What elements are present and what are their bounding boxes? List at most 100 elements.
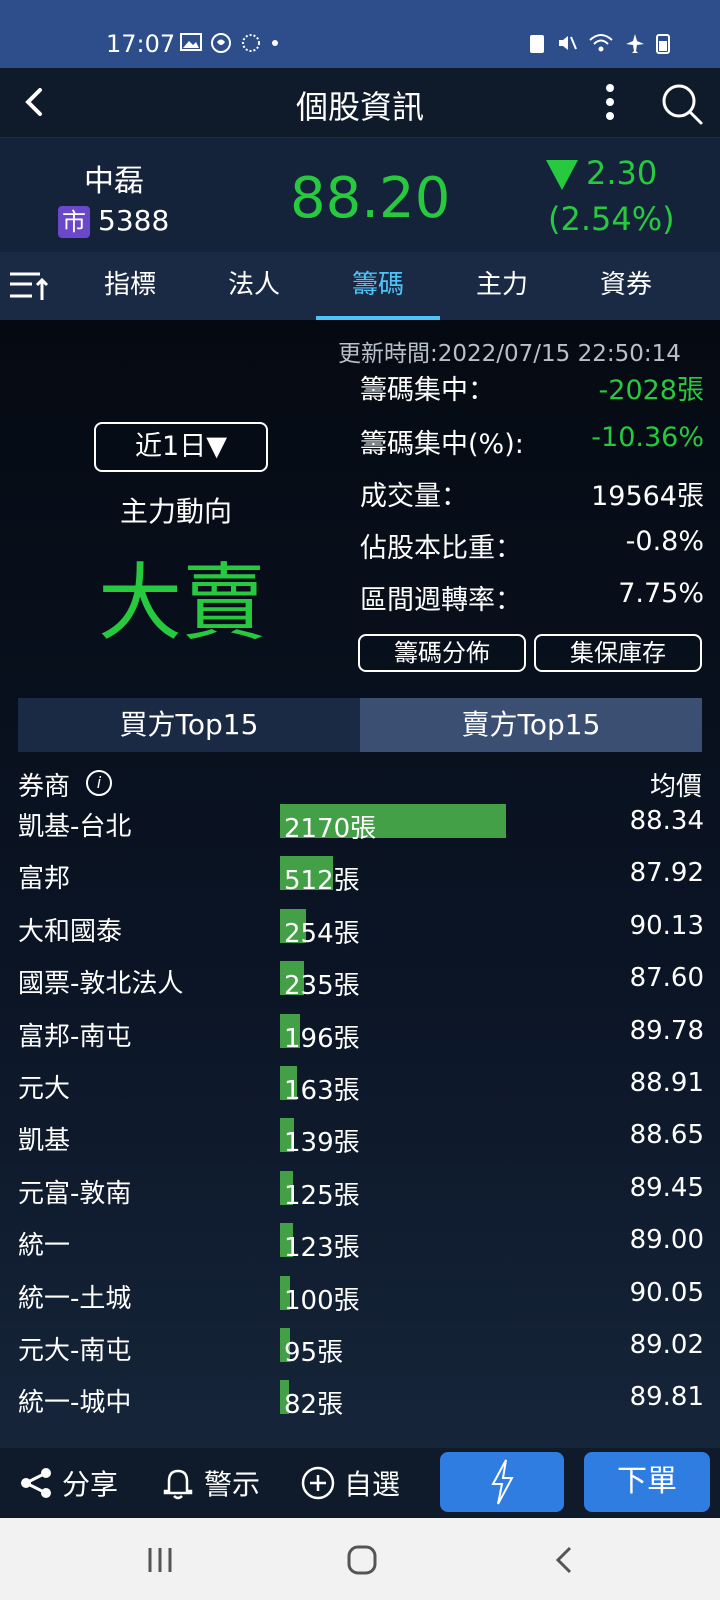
tab-sell-top15[interactable]: 賣方Top15 bbox=[360, 698, 702, 752]
tab-bar: 指標 法人 籌碼 主力 資券 bbox=[0, 252, 720, 320]
broker-avg-price: 89.81 bbox=[629, 1382, 704, 1413]
dot-icon bbox=[272, 40, 278, 46]
broker-avg-price: 88.91 bbox=[629, 1068, 704, 1098]
gallery-icon bbox=[180, 33, 202, 51]
trend-label: 主力動向 bbox=[120, 495, 233, 528]
chip-panel: 更新時間:2022/07/15 22:50:14 籌碼集中： -2028張 籌碼… bbox=[0, 320, 720, 1448]
broker-volume: 163張 bbox=[284, 1076, 360, 1106]
down-arrow-icon bbox=[546, 160, 578, 190]
broker-volume: 123張 bbox=[284, 1233, 360, 1264]
metric-label-concentration: 籌碼集中： bbox=[360, 375, 495, 406]
metric-value-volume: 19564張 bbox=[591, 481, 704, 512]
lightning-icon bbox=[491, 1459, 514, 1505]
broker-name: 元大 bbox=[18, 1074, 71, 1104]
broker-avg-price: 89.78 bbox=[629, 1015, 704, 1046]
tab-margin[interactable]: 資券 bbox=[564, 252, 688, 320]
broker-avg-price: 89.45 bbox=[629, 1172, 704, 1203]
wifi-icon bbox=[589, 34, 613, 52]
battery-saver-icon bbox=[530, 35, 544, 53]
stock-name: 中磊 bbox=[84, 164, 144, 199]
watchlist-label: 自選 bbox=[344, 1468, 401, 1501]
stock-price: 88.20 bbox=[290, 166, 451, 231]
tab-buy-top15[interactable]: 買方Top15 bbox=[18, 698, 360, 752]
broker-row[interactable]: 統一-土城 100張 90.05 bbox=[0, 1268, 720, 1321]
sort-icon bbox=[10, 272, 49, 300]
custody-inventory-button[interactable]: 集保庫存 bbox=[534, 634, 702, 672]
order-button[interactable]: 下單 bbox=[584, 1452, 710, 1512]
share-button[interactable]: 分享 bbox=[18, 1448, 118, 1518]
metric-value-concentration: -2028張 bbox=[598, 375, 704, 406]
broker-row[interactable]: 統一-城中 82張 89.81 bbox=[0, 1372, 720, 1425]
nav-back-button[interactable] bbox=[536, 1540, 596, 1580]
broker-volume: 100張 bbox=[284, 1285, 360, 1316]
back-icon bbox=[555, 1546, 572, 1574]
tab-major-players[interactable]: 主力 bbox=[440, 252, 564, 320]
chip-distribution-button[interactable]: 籌碼分佈 bbox=[358, 634, 526, 672]
quick-order-button[interactable] bbox=[440, 1452, 564, 1512]
broker-name: 元大-南屯 bbox=[18, 1336, 132, 1366]
broker-row[interactable]: 富邦-南屯 196張 89.78 bbox=[0, 1006, 720, 1059]
broker-row[interactable]: 統一 123張 89.00 bbox=[0, 1215, 720, 1268]
broker-avg-price: 89.02 bbox=[629, 1330, 704, 1360]
broker-row[interactable]: 元大-南屯 95張 89.02 bbox=[0, 1320, 720, 1373]
info-icon[interactable]: i bbox=[86, 770, 112, 796]
broker-row[interactable]: 凱基-台北 2170張 88.34 bbox=[0, 796, 720, 849]
home-button[interactable] bbox=[332, 1540, 392, 1580]
broker-volume: 95張 bbox=[284, 1338, 344, 1368]
status-bar: 17:07 bbox=[0, 0, 720, 68]
broker-name: 元富-敦南 bbox=[18, 1178, 132, 1209]
broker-name: 凱基 bbox=[18, 1126, 71, 1157]
buy-sell-segment: 買方Top15 賣方Top15 bbox=[18, 698, 702, 752]
metric-value-concentration-pct: -10.36% bbox=[591, 422, 704, 453]
tab-institutional[interactable]: 法人 bbox=[192, 252, 316, 320]
metric-label-capital-ratio: 佔股本比重： bbox=[360, 533, 522, 564]
price-change-percent: (2.54%) bbox=[548, 200, 675, 238]
status-time: 17:07 bbox=[106, 30, 176, 58]
system-nav-bar bbox=[0, 1518, 720, 1600]
tab-chips[interactable]: 籌碼 bbox=[316, 252, 440, 320]
trend-value: 大賣 bbox=[98, 554, 267, 652]
stock-code: 5388 bbox=[98, 204, 170, 237]
broker-row[interactable]: 凱基 139張 88.65 bbox=[0, 1110, 720, 1163]
share-label: 分享 bbox=[62, 1468, 119, 1501]
loading-icon bbox=[242, 34, 260, 52]
tab-indicators[interactable]: 指標 bbox=[68, 252, 192, 320]
broker-avg-price: 90.05 bbox=[629, 1277, 704, 1308]
broker-row[interactable]: 富邦 512張 87.92 bbox=[0, 848, 720, 901]
broker-name: 國票-敦北法人 bbox=[18, 969, 184, 1000]
plus-circle-icon bbox=[301, 1466, 335, 1500]
broker-row[interactable]: 元富-敦南 125張 89.45 bbox=[0, 1163, 720, 1216]
broker-avg-price: 88.34 bbox=[629, 806, 704, 836]
status-system-icons bbox=[528, 32, 670, 54]
broker-name: 大和國泰 bbox=[18, 916, 123, 947]
broker-name: 統一 bbox=[18, 1231, 71, 1262]
broker-row[interactable]: 大和國泰 254張 90.13 bbox=[0, 901, 720, 954]
recent-apps-icon bbox=[148, 1548, 172, 1572]
alert-label: 警示 bbox=[204, 1468, 261, 1501]
broker-avg-price: 87.60 bbox=[629, 963, 704, 994]
battery-icon bbox=[656, 34, 670, 54]
app-bar: 個股資訊 bbox=[0, 68, 720, 138]
broker-row[interactable]: 元大 163張 88.91 bbox=[0, 1058, 720, 1111]
broker-name: 富邦-南屯 bbox=[18, 1021, 132, 1052]
alert-button[interactable]: 警示 bbox=[160, 1448, 260, 1518]
period-select[interactable]: 近1日▼ bbox=[94, 422, 268, 472]
more-vertical-icon bbox=[598, 84, 622, 120]
search-button[interactable] bbox=[660, 82, 704, 126]
watchlist-button[interactable]: 自選 bbox=[300, 1448, 400, 1518]
health-icon bbox=[211, 33, 231, 53]
metric-label-concentration-pct: 籌碼集中(%): bbox=[360, 429, 524, 460]
broker-volume: 139張 bbox=[284, 1128, 360, 1159]
metric-label-volume: 成交量： bbox=[360, 481, 468, 512]
broker-volume: 125張 bbox=[284, 1180, 360, 1211]
metric-label-turnover: 區間週轉率： bbox=[360, 585, 522, 616]
more-options-button[interactable] bbox=[598, 82, 622, 126]
home-icon bbox=[347, 1545, 377, 1575]
recent-apps-button[interactable] bbox=[130, 1540, 190, 1580]
broker-volume: 254張 bbox=[284, 918, 360, 949]
broker-row[interactable]: 國票-敦北法人 235張 87.60 bbox=[0, 953, 720, 1006]
bell-icon bbox=[163, 1469, 193, 1500]
sort-menu-button[interactable] bbox=[6, 268, 50, 304]
update-time: 更新時間:2022/07/15 22:50:14 bbox=[338, 341, 681, 367]
broker-avg-price: 87.92 bbox=[629, 858, 704, 889]
